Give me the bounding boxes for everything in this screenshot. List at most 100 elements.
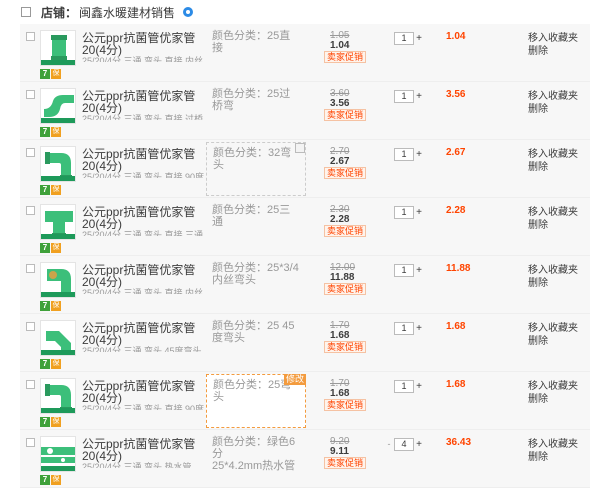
decrease-qty-button[interactable] bbox=[384, 264, 394, 277]
delete-item-link[interactable]: 删除 bbox=[528, 393, 578, 406]
quantity-input[interactable]: 1 bbox=[394, 90, 414, 103]
move-to-favorites-link[interactable]: 移入收藏夹 bbox=[528, 206, 578, 219]
decrease-qty-button[interactable] bbox=[384, 322, 394, 335]
decrease-qty-button[interactable]: - bbox=[384, 438, 394, 451]
quantity-input[interactable]: 1 bbox=[394, 148, 414, 161]
increase-qty-button[interactable]: + bbox=[414, 380, 424, 393]
item-select-checkbox[interactable] bbox=[26, 32, 35, 41]
quantity-input[interactable]: 1 bbox=[394, 322, 414, 335]
product-title[interactable]: 公元ppr抗菌管优家管20(4分) bbox=[82, 322, 204, 346]
product-title-link[interactable]: 公元ppr抗菌管优家管20(4分) 25/20/4分 三通 弯头 直接 90度 bbox=[82, 148, 204, 178]
decrease-qty-button[interactable] bbox=[384, 90, 394, 103]
move-to-favorites-link[interactable]: 移入收藏夹 bbox=[528, 438, 578, 451]
product-title-link[interactable]: 公元ppr抗菌管优家管20(4分) 25/20/4分 三通 弯头 直接 内丝 bbox=[82, 264, 204, 294]
quantity-stepper: 1 + bbox=[384, 380, 424, 393]
move-to-favorites-link[interactable]: 移入收藏夹 bbox=[528, 90, 578, 103]
seller-promo-badge[interactable]: 卖家促销 bbox=[324, 225, 366, 237]
edit-spec-icon[interactable] bbox=[295, 143, 305, 153]
delete-item-link[interactable]: 删除 bbox=[528, 103, 578, 116]
delete-item-link[interactable]: 删除 bbox=[528, 219, 578, 232]
shop-name-link[interactable]: 闽鑫水暖建材销售 bbox=[79, 4, 175, 21]
delete-item-link[interactable]: 删除 bbox=[528, 161, 578, 174]
seller-promo-badge[interactable]: 卖家促销 bbox=[324, 167, 366, 179]
item-select-checkbox[interactable] bbox=[26, 322, 35, 331]
delete-item-link[interactable]: 删除 bbox=[528, 451, 578, 464]
quantity-input[interactable]: 1 bbox=[394, 380, 414, 393]
move-to-favorites-link[interactable]: 移入收藏夹 bbox=[528, 32, 578, 45]
product-subtitle[interactable]: 25/20/4分 三通 弯头 45度弯头 bbox=[82, 346, 204, 352]
decrease-qty-button[interactable] bbox=[384, 32, 394, 45]
increase-qty-button[interactable]: + bbox=[414, 148, 424, 161]
service-badges: 7 保 bbox=[40, 127, 61, 137]
product-subtitle[interactable]: 25/20/4分 三通 弯头 直接 三通 bbox=[82, 230, 204, 236]
spec-label: 颜色分类： bbox=[212, 262, 267, 274]
spec-label: 颜色分类： bbox=[212, 30, 267, 42]
increase-qty-button[interactable]: + bbox=[414, 264, 424, 277]
product-thumbnail[interactable] bbox=[40, 88, 76, 124]
delete-item-link[interactable]: 删除 bbox=[528, 277, 578, 290]
product-title-link[interactable]: 公元ppr抗菌管优家管20(4分) 25/20/4分 三通 弯头 直接 过桥 bbox=[82, 90, 204, 120]
seller-promo-badge[interactable]: 卖家促销 bbox=[324, 109, 366, 121]
seller-promo-badge[interactable]: 卖家促销 bbox=[324, 283, 366, 295]
product-title-link[interactable]: 公元ppr抗菌管优家管20(4分) 25/20/4分 三通 弯头 直接 三通 bbox=[82, 206, 204, 236]
product-title-link[interactable]: 公元ppr抗菌管优家管20(4分) 25/20/4分 三通 弯头 热水管 bbox=[82, 438, 204, 468]
quantity-input[interactable]: 1 bbox=[394, 206, 414, 219]
product-thumbnail[interactable] bbox=[40, 378, 76, 414]
move-to-favorites-link[interactable]: 移入收藏夹 bbox=[528, 380, 578, 393]
product-thumbnail[interactable] bbox=[40, 262, 76, 298]
move-to-favorites-link[interactable]: 移入收藏夹 bbox=[528, 322, 578, 335]
chat-icon[interactable] bbox=[183, 7, 194, 17]
item-select-checkbox[interactable] bbox=[26, 148, 35, 157]
product-title[interactable]: 公元ppr抗菌管优家管20(4分) bbox=[82, 380, 204, 404]
shop-select-checkbox[interactable] bbox=[21, 7, 31, 17]
product-title[interactable]: 公元ppr抗菌管优家管20(4分) bbox=[82, 90, 204, 114]
product-title-link[interactable]: 公元ppr抗菌管优家管20(4分) 25/20/4分 三通 弯头 45度弯头 bbox=[82, 322, 204, 352]
move-to-favorites-link[interactable]: 移入收藏夹 bbox=[528, 264, 578, 277]
item-select-checkbox[interactable] bbox=[26, 438, 35, 447]
increase-qty-button[interactable]: + bbox=[414, 322, 424, 335]
decrease-qty-button[interactable] bbox=[384, 206, 394, 219]
product-title-link[interactable]: 公元ppr抗菌管优家管20(4分) 25/20/4分 三通 弯头 直接 内丝 bbox=[82, 32, 204, 62]
increase-qty-button[interactable]: + bbox=[414, 206, 424, 219]
product-subtitle[interactable]: 25/20/4分 三通 弯头 直接 90度 bbox=[82, 404, 204, 410]
edit-spec-button[interactable]: 修改 bbox=[283, 374, 306, 385]
product-title[interactable]: 公元ppr抗菌管优家管20(4分) bbox=[82, 32, 204, 56]
product-subtitle[interactable]: 25/20/4分 三通 弯头 直接 内丝 bbox=[82, 56, 204, 62]
quantity-input[interactable]: 1 bbox=[394, 264, 414, 277]
decrease-qty-button[interactable] bbox=[384, 148, 394, 161]
product-thumbnail[interactable] bbox=[40, 30, 76, 66]
item-select-checkbox[interactable] bbox=[26, 264, 35, 273]
decrease-qty-button[interactable] bbox=[384, 380, 394, 393]
product-subtitle[interactable]: 25/20/4分 三通 弯头 直接 90度 bbox=[82, 172, 204, 178]
move-to-favorites-link[interactable]: 移入收藏夹 bbox=[528, 148, 578, 161]
product-thumbnail[interactable] bbox=[40, 204, 76, 240]
increase-qty-button[interactable]: + bbox=[414, 32, 424, 45]
spec-label: 颜色分类： bbox=[212, 204, 267, 216]
seller-promo-badge[interactable]: 卖家促销 bbox=[324, 399, 366, 411]
product-subtitle[interactable]: 25/20/4分 三通 弯头 直接 内丝 bbox=[82, 288, 204, 294]
product-title-link[interactable]: 公元ppr抗菌管优家管20(4分) 25/20/4分 三通 弯头 直接 90度 bbox=[82, 380, 204, 410]
seller-promo-badge[interactable]: 卖家促销 bbox=[324, 457, 366, 469]
service-badges: 7 保 bbox=[40, 417, 61, 427]
item-actions: 移入收藏夹 删除 bbox=[528, 148, 578, 174]
product-subtitle[interactable]: 25/20/4分 三通 弯头 热水管 bbox=[82, 462, 204, 468]
quantity-input[interactable]: 1 bbox=[394, 32, 414, 45]
delete-item-link[interactable]: 删除 bbox=[528, 45, 578, 58]
product-title[interactable]: 公元ppr抗菌管优家管20(4分) bbox=[82, 148, 204, 172]
quantity-input[interactable]: 4 bbox=[394, 438, 414, 451]
product-title[interactable]: 公元ppr抗菌管优家管20(4分) bbox=[82, 264, 204, 288]
item-select-checkbox[interactable] bbox=[26, 380, 35, 389]
seller-promo-badge[interactable]: 卖家促销 bbox=[324, 341, 366, 353]
product-subtitle[interactable]: 25/20/4分 三通 弯头 直接 过桥 bbox=[82, 114, 204, 120]
product-thumbnail[interactable] bbox=[40, 436, 76, 472]
product-thumbnail[interactable] bbox=[40, 146, 76, 182]
seller-promo-badge[interactable]: 卖家促销 bbox=[324, 51, 366, 63]
item-select-checkbox[interactable] bbox=[26, 206, 35, 215]
item-select-checkbox[interactable] bbox=[26, 90, 35, 99]
product-thumbnail[interactable] bbox=[40, 320, 76, 356]
increase-qty-button[interactable]: + bbox=[414, 90, 424, 103]
delete-item-link[interactable]: 删除 bbox=[528, 335, 578, 348]
product-title[interactable]: 公元ppr抗菌管优家管20(4分) bbox=[82, 438, 204, 462]
increase-qty-button[interactable]: + bbox=[414, 438, 424, 451]
product-title[interactable]: 公元ppr抗菌管优家管20(4分) bbox=[82, 206, 204, 230]
